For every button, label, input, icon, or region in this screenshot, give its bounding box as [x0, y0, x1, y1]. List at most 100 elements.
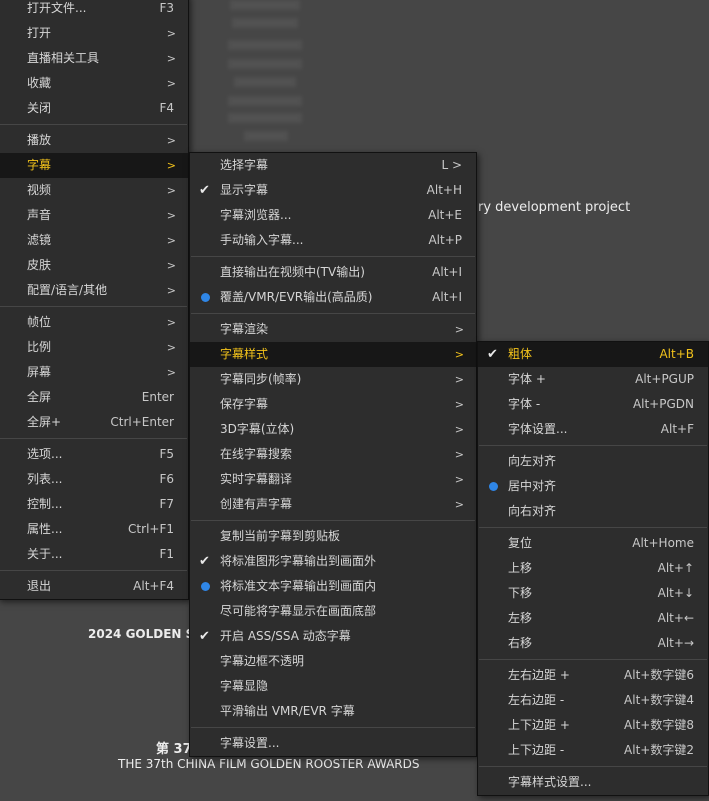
submenu-item-opaque-border[interactable]: 字幕边框不透明: [190, 649, 476, 674]
menu-separator: [0, 567, 188, 574]
submenu-arrow-icon: >: [454, 398, 464, 411]
submenu-item-smooth-output[interactable]: 平滑输出 VMR/EVR 字幕: [190, 699, 476, 724]
submenu-item-realtime-translate[interactable]: 实时字幕翻译 >: [190, 467, 476, 492]
submenu-item-text-subs-inside[interactable]: 将标准文本字幕输出到画面内: [190, 574, 476, 599]
submenu-arrow-icon: >: [166, 234, 176, 247]
style-item-lr-margin-increase[interactable]: 左右边距 + Alt+数字键6: [478, 663, 708, 688]
submenu-arrow-icon: >: [454, 348, 464, 361]
submenu-item-create-audio-subtitle[interactable]: 创建有声字幕 >: [190, 492, 476, 517]
submenu-item-select-subtitle[interactable]: 选择字幕 L >: [190, 153, 476, 178]
submenu-item-online-search[interactable]: 在线字幕搜索 >: [190, 442, 476, 467]
menu-item-screen[interactable]: 屏幕 >: [0, 360, 188, 385]
submenu-arrow-icon: >: [454, 498, 464, 511]
submenu-arrow-icon: >: [454, 448, 464, 461]
style-item-move-left[interactable]: 左移 Alt+←: [478, 606, 708, 631]
checkmark-icon: ✔: [199, 183, 210, 198]
submenu-item-copy-to-clipboard[interactable]: 复制当前字幕到剪贴板: [190, 524, 476, 549]
menu-item-control[interactable]: 控制... F7: [0, 492, 188, 517]
submenu-arrow-icon: >: [166, 52, 176, 65]
main-context-menu: 打开文件... F3 打开 > 直播相关工具 > 收藏 > 关闭 F4 播放 > 字幕 > 视…: [0, 0, 189, 600]
submenu-arrow-icon: >: [166, 366, 176, 379]
menu-item-exit[interactable]: 退出 Alt+F4: [0, 574, 188, 599]
menu-separator: [478, 524, 708, 531]
style-item-bold[interactable]: ✔ 粗体 Alt+B: [478, 342, 708, 367]
menu-separator: [0, 435, 188, 442]
style-item-move-down[interactable]: 下移 Alt+↓: [478, 581, 708, 606]
menu-item-open-file[interactable]: 打开文件... F3: [0, 0, 188, 21]
menu-item-properties[interactable]: 属性... Ctrl+F1: [0, 517, 188, 542]
style-item-align-left[interactable]: 向左对齐: [478, 449, 708, 474]
menu-separator: [478, 442, 708, 449]
style-item-font-settings[interactable]: 字体设置... Alt+F: [478, 417, 708, 442]
style-item-tb-margin-decrease[interactable]: 上下边距 - Alt+数字键2: [478, 738, 708, 763]
submenu-item-toggle-visibility[interactable]: 字幕显隐: [190, 674, 476, 699]
menu-item-about[interactable]: 关于... F1: [0, 542, 188, 567]
award-title-en-full: THE 37th CHINA FILM GOLDEN ROOSTER AWARD…: [118, 757, 420, 771]
submenu-arrow-icon: >: [166, 209, 176, 222]
radio-selected-icon: [489, 482, 498, 491]
menu-item-playback[interactable]: 播放 >: [0, 128, 188, 153]
style-item-tb-margin-increase[interactable]: 上下边距 + Alt+数字键8: [478, 713, 708, 738]
submenu-item-3d-subtitle[interactable]: 3D字幕(立体) >: [190, 417, 476, 442]
submenu-item-overlay-output[interactable]: 覆盖/VMR/EVR输出(高品质) Alt+I: [190, 285, 476, 310]
submenu-item-subtitle-sync[interactable]: 字幕同步(帧率) >: [190, 367, 476, 392]
menu-item-fullscreen-plus[interactable]: 全屏+ Ctrl+Enter: [0, 410, 188, 435]
checkmark-icon: ✔: [487, 347, 498, 362]
submenu-arrow-icon: >: [166, 284, 176, 297]
submenu-arrow-icon: >: [166, 341, 176, 354]
radio-selected-icon: [201, 293, 210, 302]
style-item-style-settings[interactable]: 字幕样式设置...: [478, 770, 708, 795]
submenu-arrow-icon: >: [166, 27, 176, 40]
blurred-credit-line: [230, 0, 300, 10]
submenu-item-ass-ssa-animated[interactable]: ✔ 开启 ASS/SSA 动态字幕: [190, 624, 476, 649]
submenu-item-show-at-bottom[interactable]: 尽可能将字幕显示在画面底部: [190, 599, 476, 624]
menu-item-playlist[interactable]: 列表... F6: [0, 467, 188, 492]
submenu-item-subtitle-settings[interactable]: 字幕设置...: [190, 731, 476, 756]
submenu-item-subtitle-render[interactable]: 字幕渲染 >: [190, 317, 476, 342]
submenu-arrow-icon: >: [166, 77, 176, 90]
menu-item-close[interactable]: 关闭 F4: [0, 96, 188, 121]
menu-item-audio[interactable]: 声音 >: [0, 203, 188, 228]
submenu-arrow-icon: >: [454, 423, 464, 436]
menu-separator: [478, 656, 708, 663]
menu-item-live-tools[interactable]: 直播相关工具 >: [0, 46, 188, 71]
menu-item-fullscreen[interactable]: 全屏 Enter: [0, 385, 188, 410]
menu-separator: [190, 253, 476, 260]
menu-item-open[interactable]: 打开 >: [0, 21, 188, 46]
submenu-item-subtitle-browser[interactable]: 字幕浏览器... Alt+E: [190, 203, 476, 228]
menu-separator: [190, 724, 476, 731]
menu-separator: [0, 303, 188, 310]
submenu-arrow-icon: >: [454, 473, 464, 486]
style-item-font-decrease[interactable]: 字体 - Alt+PGDN: [478, 392, 708, 417]
subtitle-style-submenu: ✔ 粗体 Alt+B 字体 + Alt+PGUP 字体 - Alt+PGDN 字体设置.…: [477, 341, 709, 796]
menu-item-aspect-ratio[interactable]: 比例 >: [0, 335, 188, 360]
submenu-arrow-icon: >: [166, 159, 176, 172]
style-item-lr-margin-decrease[interactable]: 左右边距 - Alt+数字键4: [478, 688, 708, 713]
submenu-arrow-icon: >: [454, 373, 464, 386]
menu-item-frame[interactable]: 帧位 >: [0, 310, 188, 335]
style-item-align-center[interactable]: 居中对齐: [478, 474, 708, 499]
blurred-credit-line: [244, 131, 288, 141]
menu-item-video[interactable]: 视频 >: [0, 178, 188, 203]
submenu-item-save-subtitle[interactable]: 保存字幕 >: [190, 392, 476, 417]
menu-item-subtitles[interactable]: 字幕 >: [0, 153, 188, 178]
style-item-reset[interactable]: 复位 Alt+Home: [478, 531, 708, 556]
checkmark-icon: ✔: [199, 554, 210, 569]
menu-separator: [190, 310, 476, 317]
style-item-move-up[interactable]: 上移 Alt+↑: [478, 556, 708, 581]
submenu-item-subtitle-style[interactable]: 字幕样式 >: [190, 342, 476, 367]
submenu-item-tv-output[interactable]: 直接输出在视频中(TV输出) Alt+I: [190, 260, 476, 285]
style-item-align-right[interactable]: 向右对齐: [478, 499, 708, 524]
submenu-item-show-subtitles[interactable]: ✔ 显示字幕 Alt+H: [190, 178, 476, 203]
menu-item-config-language[interactable]: 配置/语言/其他 >: [0, 278, 188, 303]
menu-item-filters[interactable]: 滤镜 >: [0, 228, 188, 253]
style-item-move-right[interactable]: 右移 Alt+→: [478, 631, 708, 656]
submenu-arrow-icon: >: [454, 323, 464, 336]
submenu-item-manual-input[interactable]: 手动输入字幕... Alt+P: [190, 228, 476, 253]
submenu-arrow-icon: >: [166, 134, 176, 147]
menu-item-skins[interactable]: 皮肤 >: [0, 253, 188, 278]
style-item-font-increase[interactable]: 字体 + Alt+PGUP: [478, 367, 708, 392]
menu-item-options[interactable]: 选项... F5: [0, 442, 188, 467]
menu-item-favorites[interactable]: 收藏 >: [0, 71, 188, 96]
submenu-item-image-subs-outside[interactable]: ✔ 将标准图形字幕输出到画面外: [190, 549, 476, 574]
